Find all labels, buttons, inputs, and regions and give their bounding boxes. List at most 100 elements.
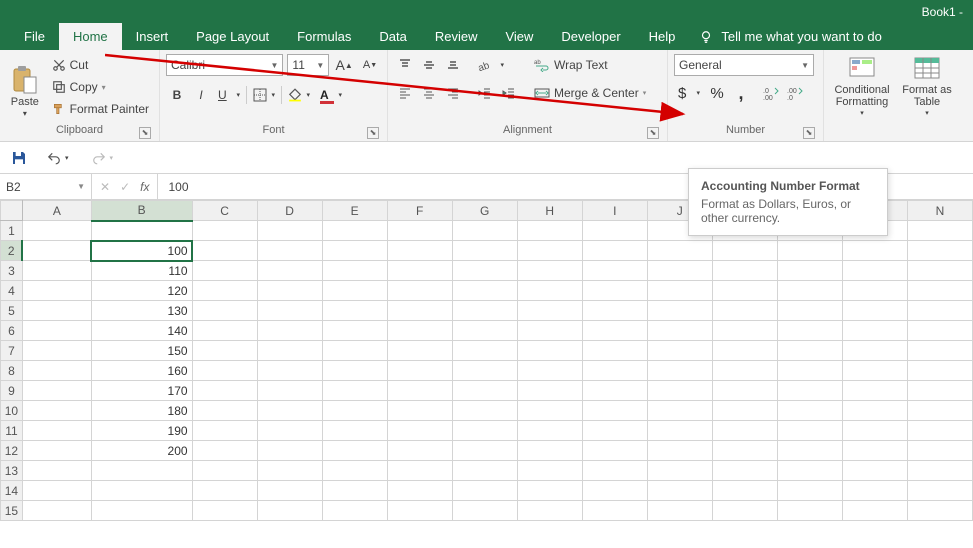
cell-J14[interactable] xyxy=(647,481,712,501)
cell-I8[interactable] xyxy=(582,361,647,381)
number-format-combo[interactable]: General▼ xyxy=(674,54,814,76)
cell-G2[interactable] xyxy=(452,241,517,261)
row-header-9[interactable]: 9 xyxy=(1,381,23,401)
cell-M3[interactable] xyxy=(842,261,907,281)
cell-H9[interactable] xyxy=(517,381,582,401)
accounting-format-button[interactable]: $▾ xyxy=(674,82,704,104)
cell-C15[interactable] xyxy=(192,501,257,521)
cell-E4[interactable] xyxy=(322,281,387,301)
cell-H5[interactable] xyxy=(517,301,582,321)
cell-I2[interactable] xyxy=(582,241,647,261)
row-header-5[interactable]: 5 xyxy=(1,301,23,321)
redo-button[interactable]: ▾ xyxy=(85,147,120,169)
cell-B7[interactable]: 150 xyxy=(91,341,192,361)
cell-J2[interactable] xyxy=(647,241,712,261)
cell-H15[interactable] xyxy=(517,501,582,521)
cell-F4[interactable] xyxy=(387,281,452,301)
cell-H4[interactable] xyxy=(517,281,582,301)
row-header-7[interactable]: 7 xyxy=(1,341,23,361)
cell-N5[interactable] xyxy=(907,301,972,321)
font-size-combo[interactable]: 11▼ xyxy=(287,54,329,76)
cell-F11[interactable] xyxy=(387,421,452,441)
cell-L15[interactable] xyxy=(777,501,842,521)
decrease-font-button[interactable]: A▼ xyxy=(359,54,381,76)
cell-A14[interactable] xyxy=(22,481,91,501)
cell-I12[interactable] xyxy=(582,441,647,461)
orientation-button[interactable]: ab▾ xyxy=(474,54,508,76)
cell-A2[interactable] xyxy=(22,241,91,261)
cell-K8[interactable] xyxy=(712,361,777,381)
cell-B5[interactable]: 130 xyxy=(91,301,192,321)
cell-B15[interactable] xyxy=(91,501,192,521)
cell-I13[interactable] xyxy=(582,461,647,481)
cell-K5[interactable] xyxy=(712,301,777,321)
cell-F8[interactable] xyxy=(387,361,452,381)
cell-E9[interactable] xyxy=(322,381,387,401)
tab-review[interactable]: Review xyxy=(421,23,492,50)
cell-F7[interactable] xyxy=(387,341,452,361)
cell-J5[interactable] xyxy=(647,301,712,321)
cell-H8[interactable] xyxy=(517,361,582,381)
cancel-icon[interactable]: ✕ xyxy=(100,180,110,194)
cell-C5[interactable] xyxy=(192,301,257,321)
tab-home[interactable]: Home xyxy=(59,23,122,50)
cell-M14[interactable] xyxy=(842,481,907,501)
column-header-F[interactable]: F xyxy=(387,201,452,221)
cell-L13[interactable] xyxy=(777,461,842,481)
cell-L4[interactable] xyxy=(777,281,842,301)
cell-G5[interactable] xyxy=(452,301,517,321)
row-header-14[interactable]: 14 xyxy=(1,481,23,501)
cell-I5[interactable] xyxy=(582,301,647,321)
font-color-button[interactable]: A ▾ xyxy=(316,84,346,106)
cell-E1[interactable] xyxy=(322,221,387,241)
italic-button[interactable]: I xyxy=(190,84,212,106)
format-as-table-button[interactable]: Format as Table▾ xyxy=(898,54,956,120)
tab-insert[interactable]: Insert xyxy=(122,23,183,50)
cell-J12[interactable] xyxy=(647,441,712,461)
cell-C13[interactable] xyxy=(192,461,257,481)
font-name-combo[interactable]: Calibri▼ xyxy=(166,54,283,76)
cell-H1[interactable] xyxy=(517,221,582,241)
cell-K12[interactable] xyxy=(712,441,777,461)
cell-E10[interactable] xyxy=(322,401,387,421)
cell-F10[interactable] xyxy=(387,401,452,421)
cell-H3[interactable] xyxy=(517,261,582,281)
cell-G3[interactable] xyxy=(452,261,517,281)
cell-G1[interactable] xyxy=(452,221,517,241)
cell-D12[interactable] xyxy=(257,441,322,461)
cell-K14[interactable] xyxy=(712,481,777,501)
column-header-D[interactable]: D xyxy=(257,201,322,221)
cell-M7[interactable] xyxy=(842,341,907,361)
cell-G11[interactable] xyxy=(452,421,517,441)
column-header-A[interactable]: A xyxy=(22,201,91,221)
column-header-B[interactable]: B xyxy=(91,201,192,221)
select-all-corner[interactable] xyxy=(1,201,23,221)
cell-J9[interactable] xyxy=(647,381,712,401)
cell-C10[interactable] xyxy=(192,401,257,421)
tab-help[interactable]: Help xyxy=(635,23,690,50)
cell-C12[interactable] xyxy=(192,441,257,461)
cell-B13[interactable] xyxy=(91,461,192,481)
cell-D7[interactable] xyxy=(257,341,322,361)
cut-button[interactable]: Cut xyxy=(48,55,153,75)
cell-K9[interactable] xyxy=(712,381,777,401)
cell-I14[interactable] xyxy=(582,481,647,501)
cell-N7[interactable] xyxy=(907,341,972,361)
cell-N4[interactable] xyxy=(907,281,972,301)
cell-I1[interactable] xyxy=(582,221,647,241)
cell-A6[interactable] xyxy=(22,321,91,341)
row-header-8[interactable]: 8 xyxy=(1,361,23,381)
cell-D4[interactable] xyxy=(257,281,322,301)
cell-D8[interactable] xyxy=(257,361,322,381)
cell-M2[interactable] xyxy=(842,241,907,261)
comma-style-button[interactable]: , xyxy=(730,82,752,104)
row-header-13[interactable]: 13 xyxy=(1,461,23,481)
cell-N9[interactable] xyxy=(907,381,972,401)
cell-E7[interactable] xyxy=(322,341,387,361)
align-left-button[interactable] xyxy=(394,82,416,104)
cell-J11[interactable] xyxy=(647,421,712,441)
tab-data[interactable]: Data xyxy=(365,23,420,50)
tell-me-search[interactable]: Tell me what you want to do xyxy=(699,23,881,50)
cell-K2[interactable] xyxy=(712,241,777,261)
cell-A9[interactable] xyxy=(22,381,91,401)
